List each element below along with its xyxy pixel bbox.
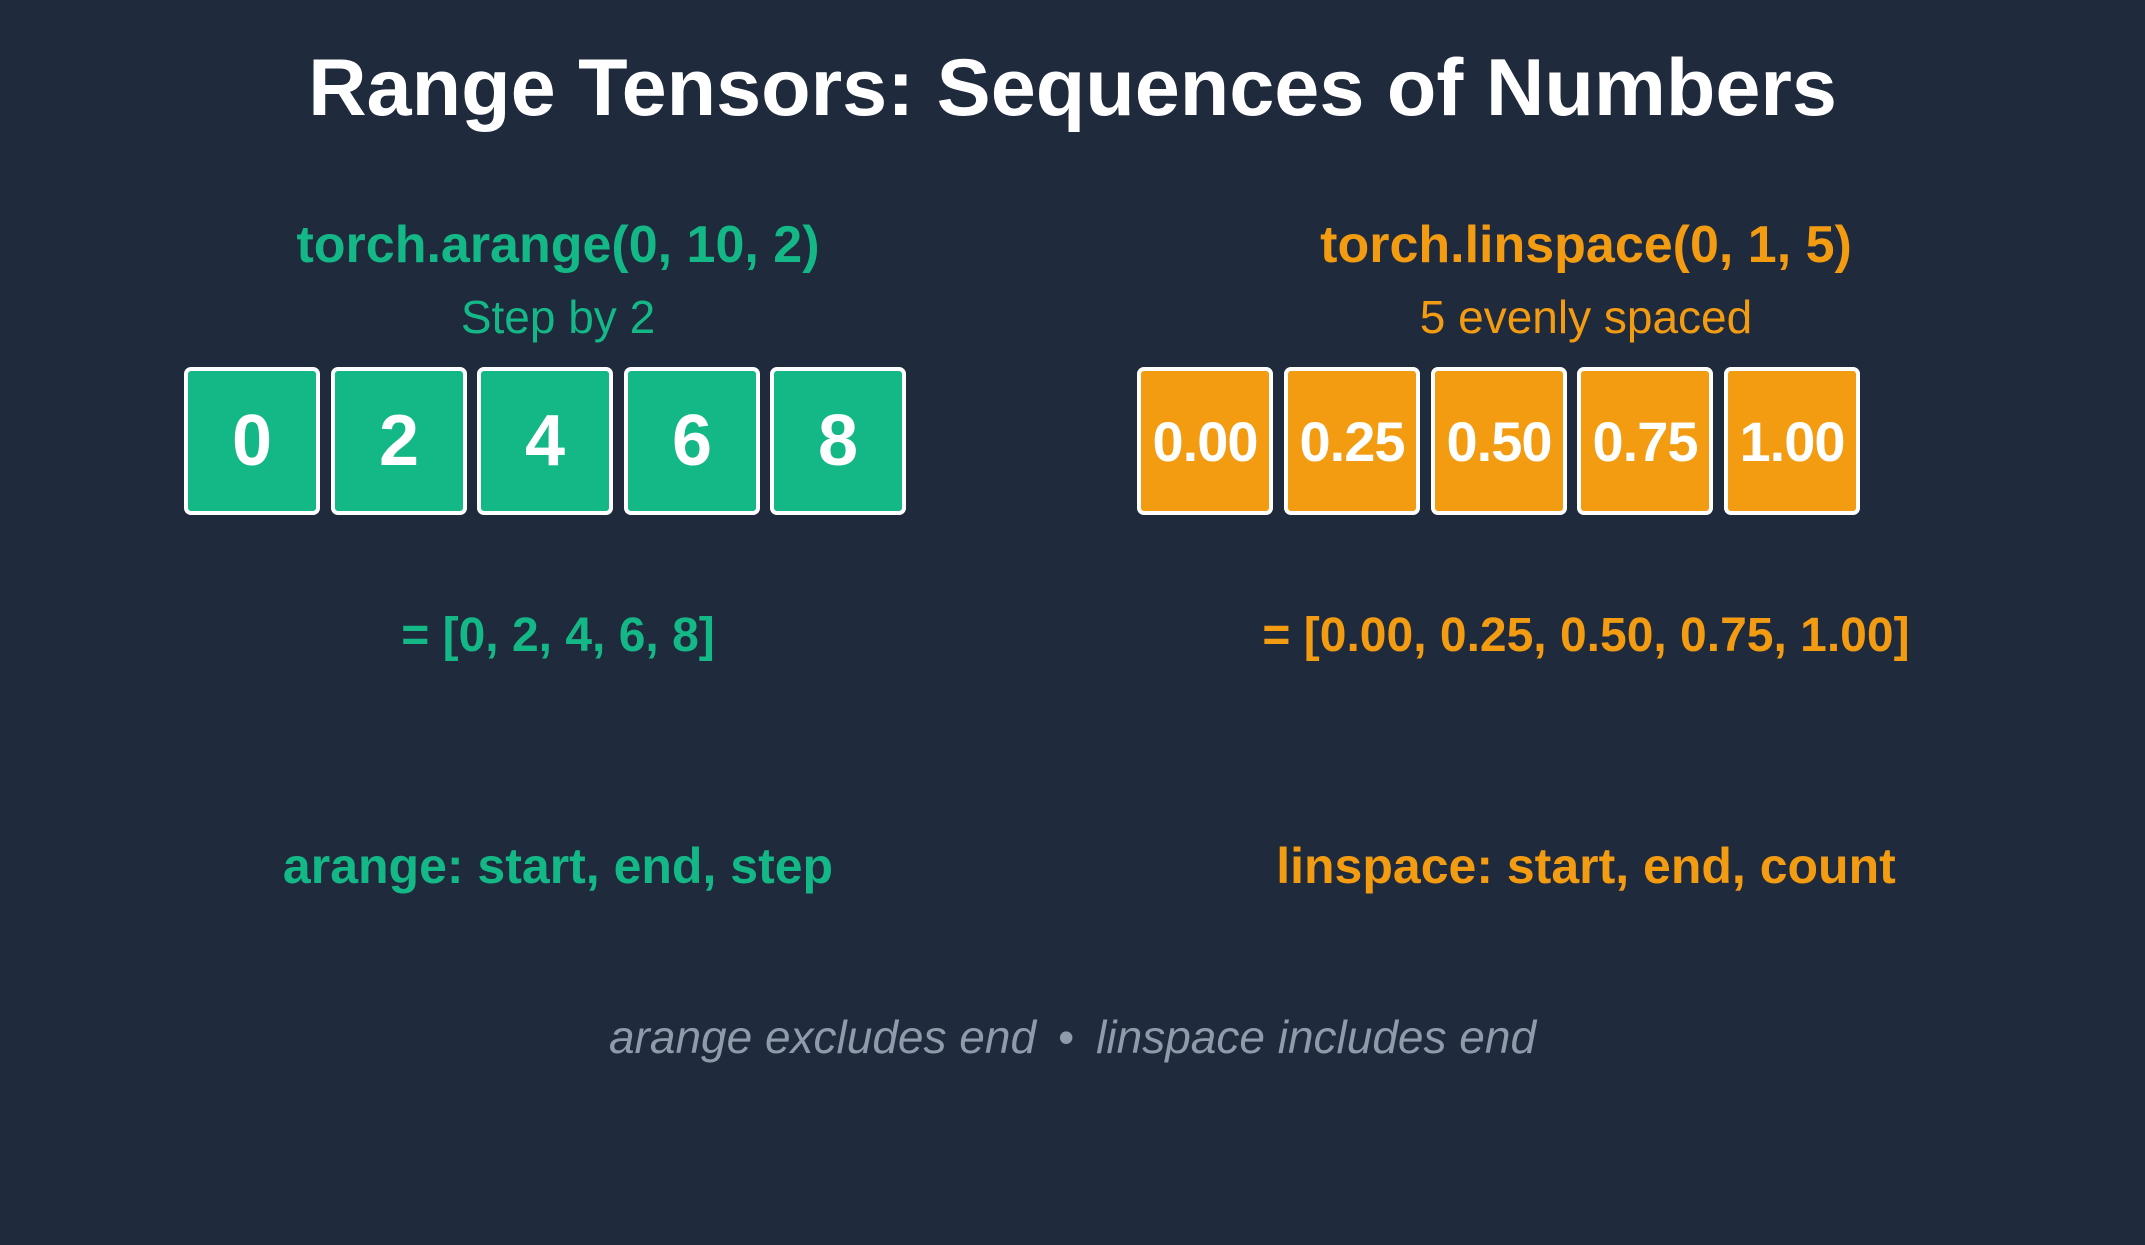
linspace-cell-1: 0.25 [1284,367,1420,515]
footer-separator: • [1058,1011,1075,1063]
page-title: Range Tensors: Sequences of Numbers [308,43,1837,133]
footer-note: arange excludes end • linspace includes en… [0,1010,2145,1064]
linspace-cell-2: 0.50 [1431,367,1567,515]
arange-cell-2: 4 [477,367,613,515]
linspace-function-label: torch.linspace(0, 1, 5) [1320,216,1852,274]
linspace-signature: linspace: start, end, count [1276,838,1896,894]
footer-linspace-note: linspace includes end [1096,1011,1537,1063]
arange-cell-0: 0 [184,367,320,515]
arange-cell-3: 6 [624,367,760,515]
arange-result: = [0, 2, 4, 6, 8] [401,609,715,662]
linspace-cell-0: 0.00 [1137,367,1273,515]
linspace-cell-4: 1.00 [1724,367,1860,515]
arange-cell-4: 8 [770,367,906,515]
footer-arange-note: arange excludes end [608,1011,1037,1063]
linspace-result: = [0.00, 0.25, 0.50, 0.75, 1.00] [1262,609,1910,662]
linspace-subtitle: 5 evenly spaced [1419,291,1753,343]
arange-cell-1: 2 [331,367,467,515]
arange-signature: arange: start, end, step [282,838,834,894]
linspace-cell-3: 0.75 [1577,367,1713,515]
arange-function-label: torch.arange(0, 10, 2) [296,216,820,274]
arange-subtitle: Step by 2 [460,291,656,343]
